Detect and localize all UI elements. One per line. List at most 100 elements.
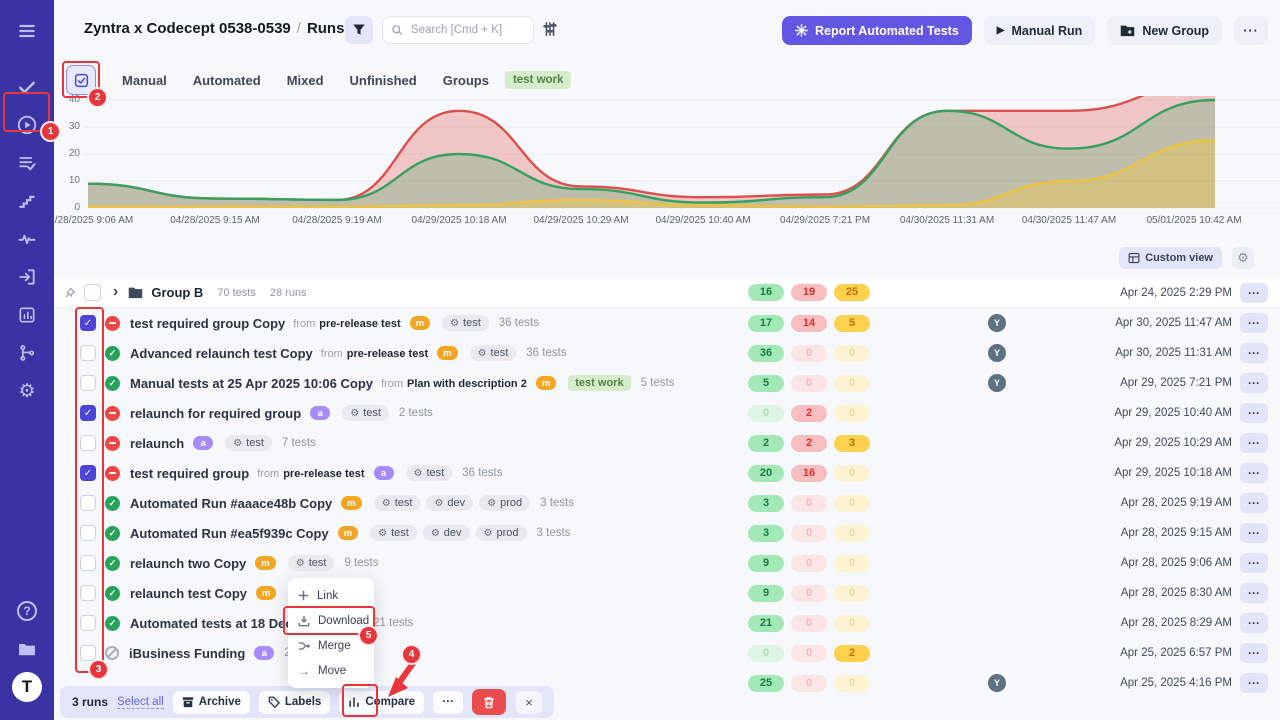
group-more-button[interactable]: ··· <box>1240 283 1268 303</box>
select-all-link[interactable]: Select all <box>117 696 164 709</box>
reports-icon[interactable] <box>12 300 42 330</box>
run-date: Apr 28, 2025 9:06 AM <box>1121 557 1232 569</box>
run-from: frompre-release test <box>321 344 428 362</box>
settings-gear-icon[interactable]: ⚙ <box>12 376 42 406</box>
steps-icon[interactable] <box>12 186 42 216</box>
run-name[interactable]: relaunch two Copy <box>130 556 246 571</box>
menu-item-link[interactable]: Link <box>288 583 374 608</box>
env-badges: ⚙test <box>442 315 489 331</box>
run-date: Apr 28, 2025 8:29 AM <box>1121 617 1232 629</box>
menu-icon[interactable] <box>12 16 42 46</box>
row-more-button[interactable]: ··· <box>1240 613 1268 633</box>
run-name[interactable]: iBusiness Funding <box>129 646 245 661</box>
branch-icon[interactable] <box>12 338 42 368</box>
count-failed: 0 <box>791 555 827 572</box>
row-more-button[interactable]: ··· <box>1240 643 1268 663</box>
custom-view-button[interactable]: Custom view <box>1119 247 1222 269</box>
count-failed: 2 <box>791 435 827 452</box>
run-name[interactable]: relaunch test Copy <box>130 586 247 601</box>
projects-folder-icon[interactable] <box>12 634 42 664</box>
run-row[interactable]: relaunch a ⚙test 7 tests 223 Apr 29, 202… <box>54 428 1280 458</box>
run-name[interactable]: relaunch <box>130 436 184 451</box>
help-icon[interactable]: ? <box>12 596 42 626</box>
owner-badge: a <box>254 646 274 660</box>
row-more-button[interactable]: ··· <box>1240 553 1268 573</box>
run-row[interactable]: ✓ Automated Run #aaace48b Copy m ⚙test⚙d… <box>54 488 1280 518</box>
row-checkbox[interactable]: ✓ <box>80 465 96 481</box>
row-more-button[interactable]: ··· <box>1240 343 1268 363</box>
row-checkbox[interactable] <box>80 615 96 631</box>
x-axis-label: 05/01/2025 10:42 AM <box>1146 215 1241 226</box>
row-checkbox[interactable]: ✓ <box>80 315 96 331</box>
run-row[interactable]: ✓ Automated Run #ea5f939c Copy m ⚙test⚙d… <box>54 518 1280 548</box>
run-name[interactable]: Automated Run #aaace48b Copy <box>130 496 332 511</box>
row-checkbox[interactable] <box>80 345 96 361</box>
group-row[interactable]: › Group B 70 tests 28 runs 161925 Apr 24… <box>54 278 1280 307</box>
table-view-icon <box>1128 252 1140 264</box>
selection-more-button[interactable]: ··· <box>433 691 463 714</box>
run-row[interactable]: ✓ test required group Copy frompre-relea… <box>54 308 1280 338</box>
row-checkbox[interactable] <box>80 435 96 451</box>
pulse-icon[interactable] <box>12 224 42 254</box>
row-more-button[interactable]: ··· <box>1240 463 1268 483</box>
count-passed: 36 <box>748 345 784 362</box>
archive-button[interactable]: Archive <box>173 691 250 714</box>
row-more-button[interactable]: ··· <box>1240 493 1268 513</box>
expand-chevron-icon[interactable]: › <box>113 283 118 301</box>
table-settings-icon[interactable]: ⚙ <box>1232 247 1254 269</box>
row-checkbox[interactable] <box>80 375 96 391</box>
gear-icon: ⚙ <box>484 528 493 539</box>
row-checkbox[interactable] <box>80 525 96 541</box>
count-passed: 3 <box>748 495 784 512</box>
result-counts: 223 <box>748 435 870 452</box>
result-counts: 002 <box>748 645 870 662</box>
gear-icon: ⚙ <box>450 318 459 329</box>
row-more-button[interactable]: ··· <box>1240 313 1268 333</box>
run-name[interactable]: test required group <box>130 466 249 481</box>
row-checkbox[interactable] <box>80 585 96 601</box>
row-more-button[interactable]: ··· <box>1240 403 1268 423</box>
delete-button[interactable] <box>472 689 506 715</box>
run-name[interactable]: Advanced relaunch test Copy <box>130 346 313 361</box>
row-more-button[interactable]: ··· <box>1240 373 1268 393</box>
run-row[interactable]: ✓ relaunch test Copy m ⚙test 900 Apr 28,… <box>54 578 1280 608</box>
count-skipped: 0 <box>834 615 870 632</box>
app-logo[interactable]: T <box>12 672 42 702</box>
row-more-button[interactable]: ··· <box>1240 673 1268 693</box>
row-checkbox[interactable] <box>80 495 96 511</box>
x-axis-label: 04/30/2025 11:31 AM <box>900 215 994 226</box>
row-more-button[interactable]: ··· <box>1240 523 1268 543</box>
result-counts: 2500 <box>748 675 870 692</box>
run-row[interactable]: ✓ relaunch for required group a ⚙test 2 … <box>54 398 1280 428</box>
run-row[interactable]: iBusiness Funding a 2 tests 002 Apr 25, … <box>54 638 1280 668</box>
run-row[interactable]: ✓ Automated tests at 18 Dec 2024 12 21 t… <box>54 608 1280 638</box>
checkmark-icon[interactable] <box>12 72 42 102</box>
result-counts: 2100 <box>748 615 870 632</box>
row-more-button[interactable]: ··· <box>1240 433 1268 453</box>
row-checkbox[interactable] <box>80 555 96 571</box>
group-name[interactable]: Group B <box>151 285 203 300</box>
labels-button[interactable]: Labels <box>259 691 330 714</box>
run-row[interactable]: ✓ Manual tests at 25 Apr 2025 10:06 Copy… <box>54 368 1280 398</box>
run-status-icon: ✓ <box>105 496 120 511</box>
run-date: Apr 28, 2025 9:19 AM <box>1121 497 1232 509</box>
test-cases-icon[interactable] <box>12 148 42 178</box>
row-checkbox[interactable] <box>80 645 96 661</box>
count-skipped: 3 <box>834 435 870 452</box>
run-name[interactable]: Automated Run #ea5f939c Copy <box>130 526 329 541</box>
row-more-button[interactable]: ··· <box>1240 583 1268 603</box>
run-row[interactable]: ✓ relaunch two Copy m ⚙test 9 tests 900 … <box>54 548 1280 578</box>
run-row[interactable]: ✓ test required group frompre-release te… <box>54 458 1280 488</box>
run-date: Apr 29, 2025 10:18 AM <box>1114 467 1232 479</box>
menu-item-move[interactable]: → Move <box>288 658 374 683</box>
run-name[interactable]: relaunch for required group <box>130 406 301 421</box>
row-checkbox[interactable]: ✓ <box>80 405 96 421</box>
close-selection-button[interactable]: × <box>516 691 542 714</box>
run-name[interactable]: test required group Copy <box>130 316 285 331</box>
runs-play-icon[interactable] <box>12 110 42 140</box>
env-badge: ⚙test <box>374 495 421 511</box>
run-name[interactable]: Manual tests at 25 Apr 2025 10:06 Copy <box>130 376 373 391</box>
run-row[interactable]: ✓ Advanced relaunch test Copy frompre-re… <box>54 338 1280 368</box>
import-icon[interactable] <box>12 262 42 292</box>
group-checkbox[interactable] <box>84 284 101 301</box>
